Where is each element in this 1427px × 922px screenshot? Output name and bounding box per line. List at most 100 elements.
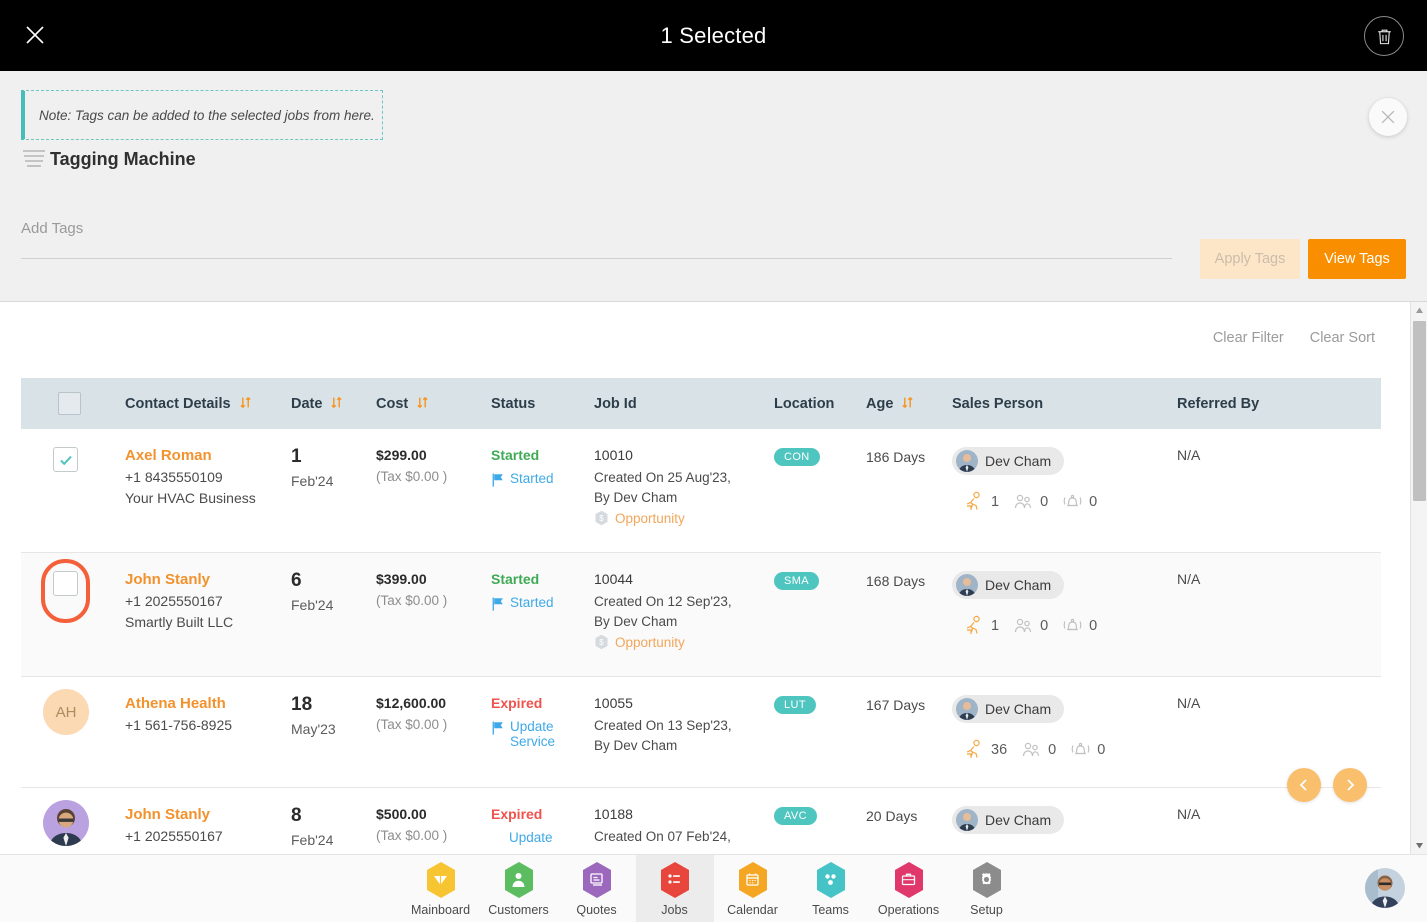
- contact-name[interactable]: John Stanly: [125, 571, 285, 588]
- metric-calls-value: 1: [991, 493, 1000, 510]
- sales-person-chip[interactable]: Dev Cham: [952, 695, 1065, 723]
- nav-item-operations[interactable]: Operations: [870, 855, 948, 922]
- bell-alert-icon: [1071, 742, 1090, 755]
- status-action[interactable]: Update: [491, 830, 588, 845]
- metric-alerts[interactable]: 0: [1062, 491, 1097, 512]
- select-all-checkbox[interactable]: [58, 392, 81, 415]
- contact-name[interactable]: John Stanly: [125, 806, 285, 823]
- nav-item-calendar[interactable]: Calendar: [714, 855, 792, 922]
- metric-calls[interactable]: 36: [964, 739, 1007, 760]
- clear-sort-button[interactable]: Clear Sort: [1310, 330, 1375, 346]
- metric-team[interactable]: 0: [1013, 615, 1048, 636]
- header-contact-details[interactable]: Contact Details: [125, 396, 291, 412]
- header-label: Location: [774, 395, 835, 412]
- sales-person-chip[interactable]: Dev Cham: [952, 571, 1065, 599]
- age-value: 168 Days: [866, 573, 926, 589]
- scrollbar-thumb[interactable]: [1413, 321, 1426, 501]
- metric-calls[interactable]: 1: [964, 491, 999, 512]
- contact-phone: +1 2025550167: [125, 828, 223, 844]
- location-cell: SMA: [774, 571, 866, 590]
- date-cell: 18 May'23: [291, 695, 376, 737]
- status-action[interactable]: Started: [491, 471, 588, 487]
- status-action[interactable]: Update Service: [491, 719, 588, 749]
- table-row[interactable]: John Stanly +1 2025550167 8 Feb'24 $500.…: [21, 788, 1381, 854]
- metric-team-value: 0: [1048, 741, 1057, 758]
- metric-alerts-value: 0: [1089, 617, 1098, 634]
- table-row[interactable]: John Stanly +1 2025550167 Smartly Built …: [21, 553, 1381, 677]
- add-tags-input[interactable]: [21, 199, 1172, 259]
- contact-details-cell: Athena Health +1 561-756-8925: [125, 695, 291, 738]
- prev-page-button[interactable]: [1287, 768, 1321, 802]
- contact-name[interactable]: Axel Roman: [125, 447, 285, 464]
- sales-person-chip[interactable]: Dev Cham: [952, 806, 1065, 834]
- tagging-machine-heading: Tagging Machine: [21, 147, 196, 171]
- sales-person-chip[interactable]: Dev Cham: [952, 447, 1065, 475]
- setup-glyph: [970, 861, 1004, 899]
- app-root: 1 Selected Note: Tags can be added to th…: [0, 0, 1427, 922]
- panel-title: Tagging Machine: [50, 148, 196, 169]
- table-scrollbar[interactable]: [1410, 302, 1427, 854]
- panel-close-icon[interactable]: [1369, 98, 1407, 136]
- header-label: Age: [866, 395, 894, 412]
- contact-details-cell: Axel Roman +1 8435550109 Your HVAC Busin…: [125, 447, 291, 506]
- view-tags-button[interactable]: View Tags: [1308, 239, 1406, 279]
- header-cost[interactable]: Cost: [376, 396, 491, 412]
- nav-item-setup[interactable]: Setup: [948, 855, 1026, 922]
- sort-icon[interactable]: [901, 396, 914, 409]
- metric-team[interactable]: 0: [1021, 739, 1056, 760]
- status-label: Started: [491, 447, 540, 463]
- metric-alerts[interactable]: 0: [1070, 739, 1105, 760]
- apply-tags-button[interactable]: Apply Tags: [1200, 239, 1300, 279]
- metric-team[interactable]: 0: [1013, 491, 1048, 512]
- scroll-up-button[interactable]: [1411, 302, 1427, 319]
- age-cell: 20 Days: [866, 806, 952, 828]
- team-icon: [1014, 618, 1032, 633]
- sort-icon[interactable]: [239, 396, 252, 409]
- avatar: [43, 800, 89, 846]
- sort-icon[interactable]: [330, 396, 343, 409]
- metric-calls-value: 36: [991, 741, 1008, 758]
- trash-icon[interactable]: [1364, 16, 1404, 56]
- referred-by-value: N/A: [1177, 695, 1201, 711]
- location-badge: LUT: [774, 696, 816, 714]
- job-id-cell: 10055 Created On 13 Sep'23, By Dev Cham: [594, 695, 774, 758]
- next-page-button[interactable]: [1333, 768, 1367, 802]
- sales-person-name: Dev Cham: [985, 701, 1052, 717]
- metric-alerts[interactable]: 0: [1062, 615, 1097, 636]
- opportunity-badge[interactable]: $ Opportunity: [594, 510, 768, 526]
- row-checkbox[interactable]: [53, 447, 78, 472]
- nav-item-teams[interactable]: Teams: [792, 855, 870, 922]
- header-label: Job Id: [594, 395, 637, 412]
- selection-count-title: 1 Selected: [660, 22, 767, 48]
- job-id: 10044: [594, 571, 633, 587]
- location-cell: CON: [774, 447, 866, 466]
- location-cell: AVC: [774, 806, 866, 825]
- sales-person-name: Dev Cham: [985, 812, 1052, 828]
- nav-item-mainboard[interactable]: Mainboard: [402, 855, 480, 922]
- status-action[interactable]: Started: [491, 595, 588, 611]
- header-sales-person: Sales Person: [952, 396, 1177, 412]
- contact-name[interactable]: Athena Health: [125, 695, 285, 712]
- metric-calls[interactable]: 1: [964, 615, 999, 636]
- team-icon: [1014, 494, 1032, 509]
- sort-icon[interactable]: [416, 396, 429, 409]
- field-agent-icon: [966, 739, 980, 758]
- cost-amount: $500.00: [376, 806, 427, 822]
- nav-item-customers[interactable]: Customers: [480, 855, 558, 922]
- opportunity-badge[interactable]: $ Opportunity: [594, 634, 768, 650]
- table-row[interactable]: Axel Roman +1 8435550109 Your HVAC Busin…: [21, 429, 1381, 553]
- header-age[interactable]: Age: [866, 396, 952, 412]
- metric-team-value: 0: [1040, 493, 1049, 510]
- user-avatar[interactable]: [1365, 868, 1405, 908]
- clear-filter-button[interactable]: Clear Filter: [1213, 330, 1284, 346]
- nav-label: Operations: [877, 902, 940, 917]
- quotes-icon: [580, 861, 614, 899]
- row-checkbox[interactable]: [53, 571, 78, 596]
- header-date[interactable]: Date: [291, 396, 376, 412]
- scroll-down-button[interactable]: [1411, 837, 1427, 854]
- location-badge: SMA: [774, 572, 820, 590]
- nav-item-quotes[interactable]: Quotes: [558, 855, 636, 922]
- location-cell: LUT: [774, 695, 866, 714]
- table-row[interactable]: AH Athena Health +1 561-756-8925 18 May'…: [21, 677, 1381, 788]
- nav-item-jobs[interactable]: Jobs: [635, 854, 714, 922]
